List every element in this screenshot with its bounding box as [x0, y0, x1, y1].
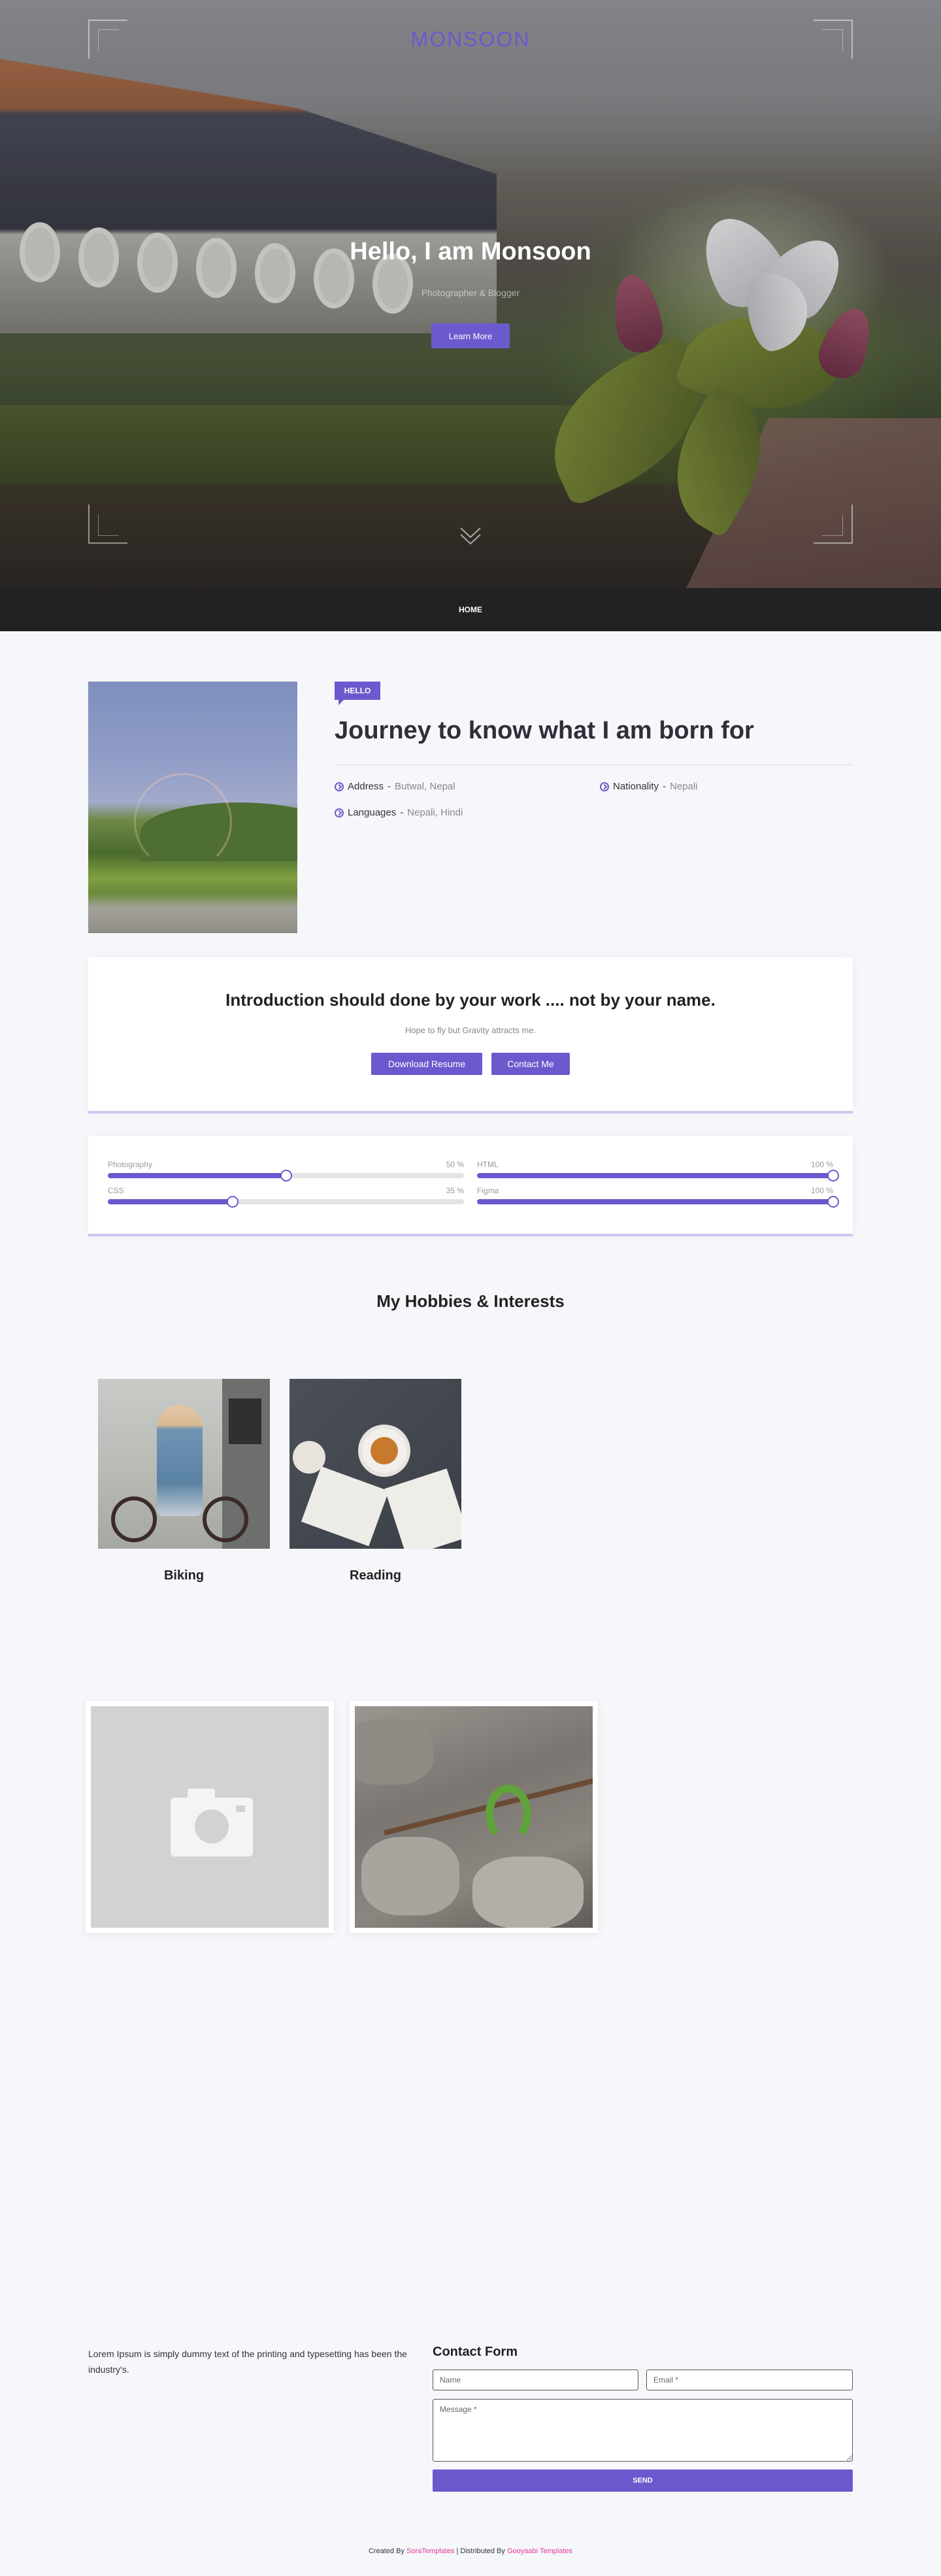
contact-form-title: Contact Form — [433, 2345, 518, 2359]
photo-rock — [361, 1837, 459, 1915]
photo-tea — [371, 1437, 398, 1464]
info-separator: - — [663, 781, 667, 792]
skill-name: Figma — [477, 1186, 499, 1195]
hobbies-title: My Hobbies & Interests — [376, 1291, 565, 1311]
hello-badge-tail — [338, 700, 344, 705]
skill-slider-handle[interactable] — [280, 1170, 292, 1181]
info-value: Nepali, Hindi — [407, 807, 463, 818]
hobby-image-reading[interactable] — [289, 1379, 461, 1549]
camera-icon — [195, 1809, 229, 1843]
check-circle-icon — [600, 782, 609, 791]
hero-frame-corner — [98, 515, 119, 536]
sprout-photo — [355, 1706, 593, 1928]
skill-name: HTML — [477, 1160, 499, 1169]
skill-slider-track — [477, 1196, 839, 1208]
email-input[interactable] — [646, 2370, 853, 2390]
info-nationality: Nationality - Nepali — [600, 781, 698, 792]
intro-card: Introduction should done by your work ..… — [88, 957, 853, 1111]
info-label: Nationality — [613, 781, 659, 792]
hobby-image-biking[interactable] — [98, 1379, 270, 1549]
credits-separator: | Distributed By — [454, 2547, 507, 2555]
sora-templates-link[interactable]: SoraTemplates — [406, 2547, 454, 2555]
gallery-item-placeholder[interactable] — [86, 1701, 334, 1933]
skill-percent: 50 % — [446, 1160, 464, 1169]
gooyaabi-templates-link[interactable]: Gooyaabi Templates — [507, 2547, 572, 2555]
gallery-item-sprout[interactable] — [350, 1701, 598, 1933]
skill-html: HTML 100 % — [477, 1160, 839, 1186]
photo-sprout — [486, 1785, 531, 1843]
info-languages: Languages - Nepali, Hindi — [335, 807, 463, 818]
skill-slider-fill — [108, 1173, 286, 1178]
skill-name: Photography — [108, 1160, 153, 1169]
profile-photo — [88, 682, 297, 933]
footer-credits: Created By SoraTemplates | Distributed B… — [0, 2547, 941, 2555]
site-logo[interactable]: MONSOON — [0, 27, 941, 52]
skill-slider-handle[interactable] — [827, 1196, 839, 1208]
skill-slider-track — [477, 1170, 839, 1181]
skill-slider-fill — [477, 1199, 833, 1204]
skills-card: Photography 50 % HTML 100 % CSS 35 % Fig… — [88, 1136, 853, 1234]
learn-more-button[interactable]: Learn More — [431, 323, 510, 348]
camera-icon — [236, 1806, 245, 1812]
intro-title: Introduction should done by your work ..… — [225, 990, 716, 1010]
about-title: Journey to know what I am born for — [335, 717, 754, 744]
skill-slider-handle[interactable] — [827, 1170, 839, 1181]
skill-slider-track — [108, 1170, 464, 1181]
info-label: Address — [348, 781, 384, 792]
skill-percent: 35 % — [446, 1186, 464, 1195]
skill-slider-fill — [108, 1199, 233, 1204]
hobby-label: Reading — [350, 1568, 401, 1583]
scroll-down-chevron-icon[interactable] — [458, 523, 483, 548]
name-input[interactable] — [433, 2370, 638, 2390]
contact-me-button[interactable]: Contact Me — [491, 1053, 570, 1075]
skill-slider-handle[interactable] — [226, 1196, 239, 1208]
photo-window — [229, 1398, 261, 1444]
hero-subtitle: Photographer & Blogger — [421, 288, 520, 298]
hello-badge: HELLO — [335, 682, 380, 700]
skill-figma: Figma 100 % — [477, 1186, 839, 1212]
skill-slider-fill — [477, 1173, 833, 1178]
info-separator: - — [388, 781, 391, 792]
hero-title: Hello, I am Monsoon — [350, 238, 591, 265]
check-circle-icon — [335, 782, 344, 791]
photo-rainbow — [134, 773, 232, 871]
photo-rock — [472, 1857, 584, 1928]
info-label: Languages — [348, 807, 397, 818]
photo-wheel — [111, 1496, 157, 1542]
intro-subtitle: Hope to fly but Gravity attracts me. — [404, 1025, 537, 1035]
skill-slider-track — [108, 1196, 464, 1208]
main-nav: HOME — [0, 588, 941, 631]
skill-photography: Photography 50 % — [108, 1160, 464, 1186]
photo-wheel — [203, 1496, 248, 1542]
download-resume-button[interactable]: Download Resume — [371, 1053, 482, 1075]
skill-percent: 100 % — [810, 1186, 833, 1195]
photo-book — [301, 1466, 389, 1547]
photo-book — [384, 1468, 461, 1549]
hero-frame-corner — [822, 515, 843, 536]
skill-css: CSS 35 % — [108, 1186, 464, 1212]
image-placeholder — [91, 1706, 329, 1928]
photo-rider — [157, 1405, 203, 1516]
info-address: Address - Butwal, Nepal — [335, 781, 455, 792]
photo-rock — [355, 1719, 433, 1785]
skill-percent: 100 % — [810, 1160, 833, 1169]
send-button[interactable]: SEND — [433, 2469, 853, 2492]
hero-section: MONSOON Hello, I am Monsoon Photographer… — [0, 0, 941, 588]
footer-about-text: Lorem Ipsum is simply dummy text of the … — [88, 2349, 407, 2375]
info-value: Nepali — [670, 781, 698, 792]
skill-name: CSS — [108, 1186, 124, 1195]
message-textarea[interactable] — [433, 2399, 853, 2462]
credits-prefix: Created By — [368, 2547, 407, 2555]
hobby-label: Biking — [163, 1568, 205, 1583]
info-value: Butwal, Nepal — [395, 781, 455, 792]
info-separator: - — [400, 807, 404, 818]
check-circle-icon — [335, 808, 344, 817]
nav-item-home[interactable]: HOME — [0, 588, 941, 631]
